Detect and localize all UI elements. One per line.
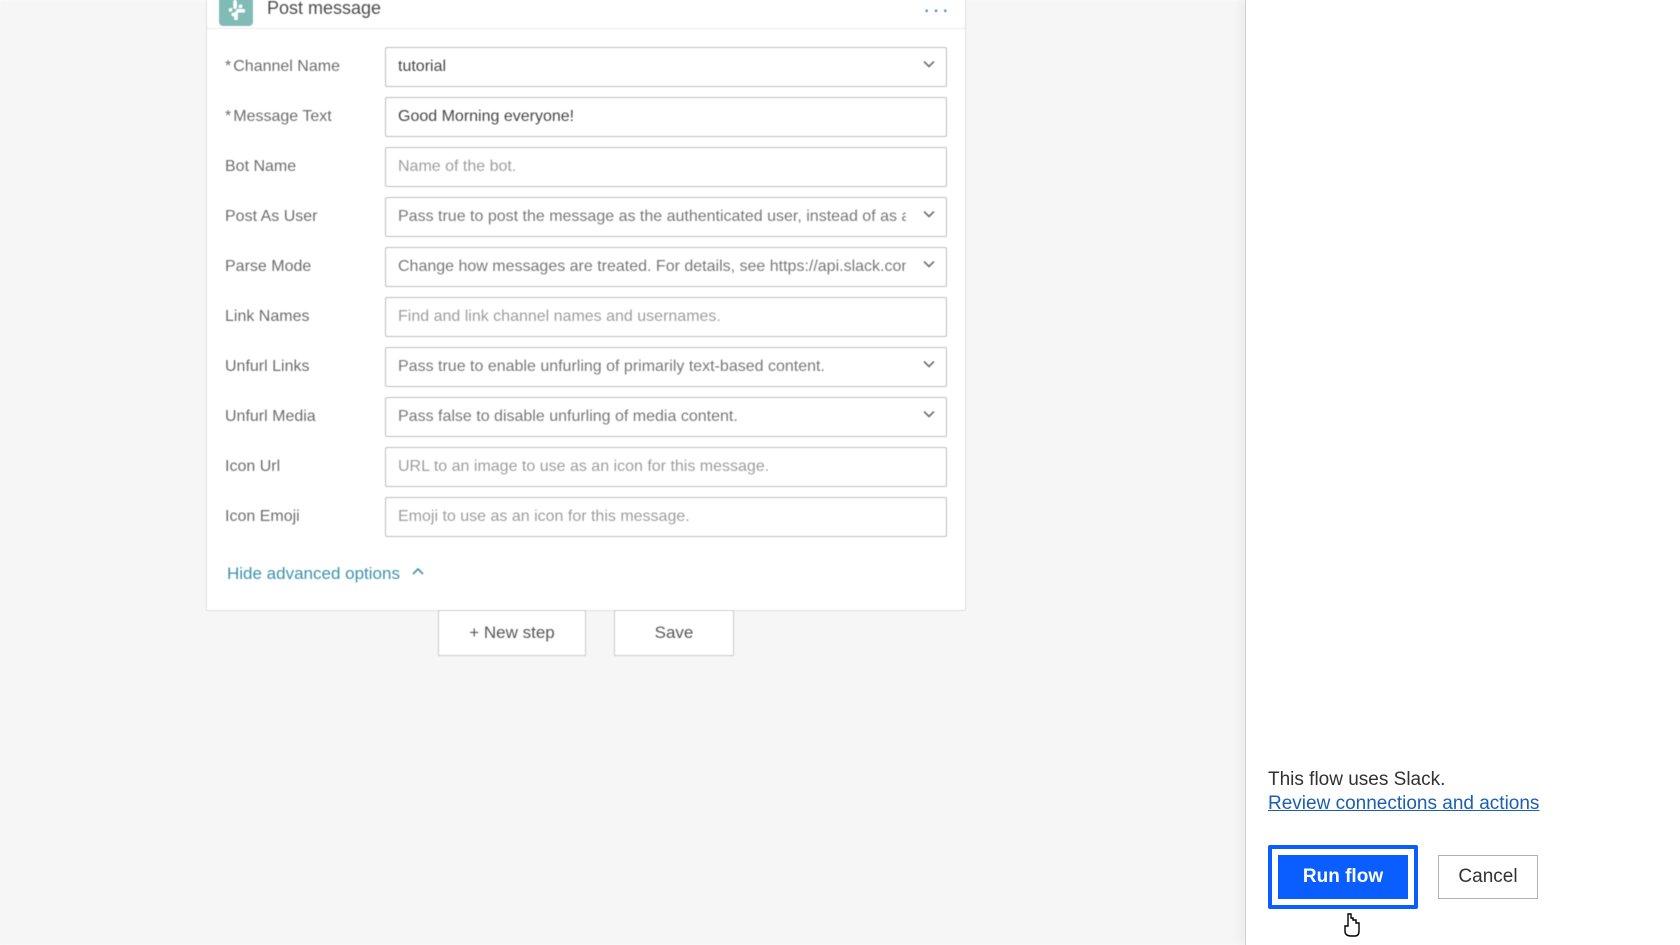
slack-icon [219,0,253,26]
icon-emoji-input[interactable] [385,497,947,537]
link-names-label: Link Names [225,308,385,326]
parse-mode-label: Parse Mode [225,258,385,276]
channel-name-select[interactable] [385,47,947,87]
post-as-user-label: Post As User [225,208,385,226]
card-menu-ellipsis-icon[interactable]: ··· [923,0,951,23]
review-connections-link[interactable]: Review connections and actions [1268,793,1539,815]
unfurl-media-label: Unfurl Media [225,408,385,426]
parse-mode-select[interactable] [385,247,947,287]
unfurl-links-label: Unfurl Links [225,358,385,376]
icon-url-label: Icon Url [225,458,385,476]
icon-url-input[interactable] [385,447,947,487]
channel-name-label: *Channel Name [225,58,385,76]
panel-info-text: This flow uses Slack. [1268,769,1658,791]
message-text-input[interactable] [385,97,947,137]
card-title: Post message [267,0,381,19]
run-flow-panel: This flow uses Slack. Review connections… [1245,0,1680,945]
icon-emoji-label: Icon Emoji [225,508,385,526]
save-button[interactable]: Save [614,610,734,656]
card-body: *Channel Name *Message Text Bot Name [207,29,965,610]
bot-name-input[interactable] [385,147,947,187]
card-header[interactable]: Post message ··· [207,0,965,29]
run-flow-highlight: Run flow [1268,845,1418,909]
designer-footer-buttons: + New step Save [206,610,966,656]
run-flow-button[interactable]: Run flow [1278,855,1408,899]
link-names-input[interactable] [385,297,947,337]
hide-advanced-options-toggle[interactable]: Hide advanced options [227,563,426,584]
chevron-up-icon [410,563,426,584]
new-step-button[interactable]: + New step [438,610,586,656]
flow-designer-canvas: Post message ··· *Channel Name *Message … [0,0,1245,945]
post-as-user-select[interactable] [385,197,947,237]
cancel-button[interactable]: Cancel [1438,855,1538,899]
message-text-label: *Message Text [225,108,385,126]
hide-advanced-label: Hide advanced options [227,564,400,584]
post-message-action-card: Post message ··· *Channel Name *Message … [206,0,966,611]
bot-name-label: Bot Name [225,158,385,176]
unfurl-media-select[interactable] [385,397,947,437]
unfurl-links-select[interactable] [385,347,947,387]
